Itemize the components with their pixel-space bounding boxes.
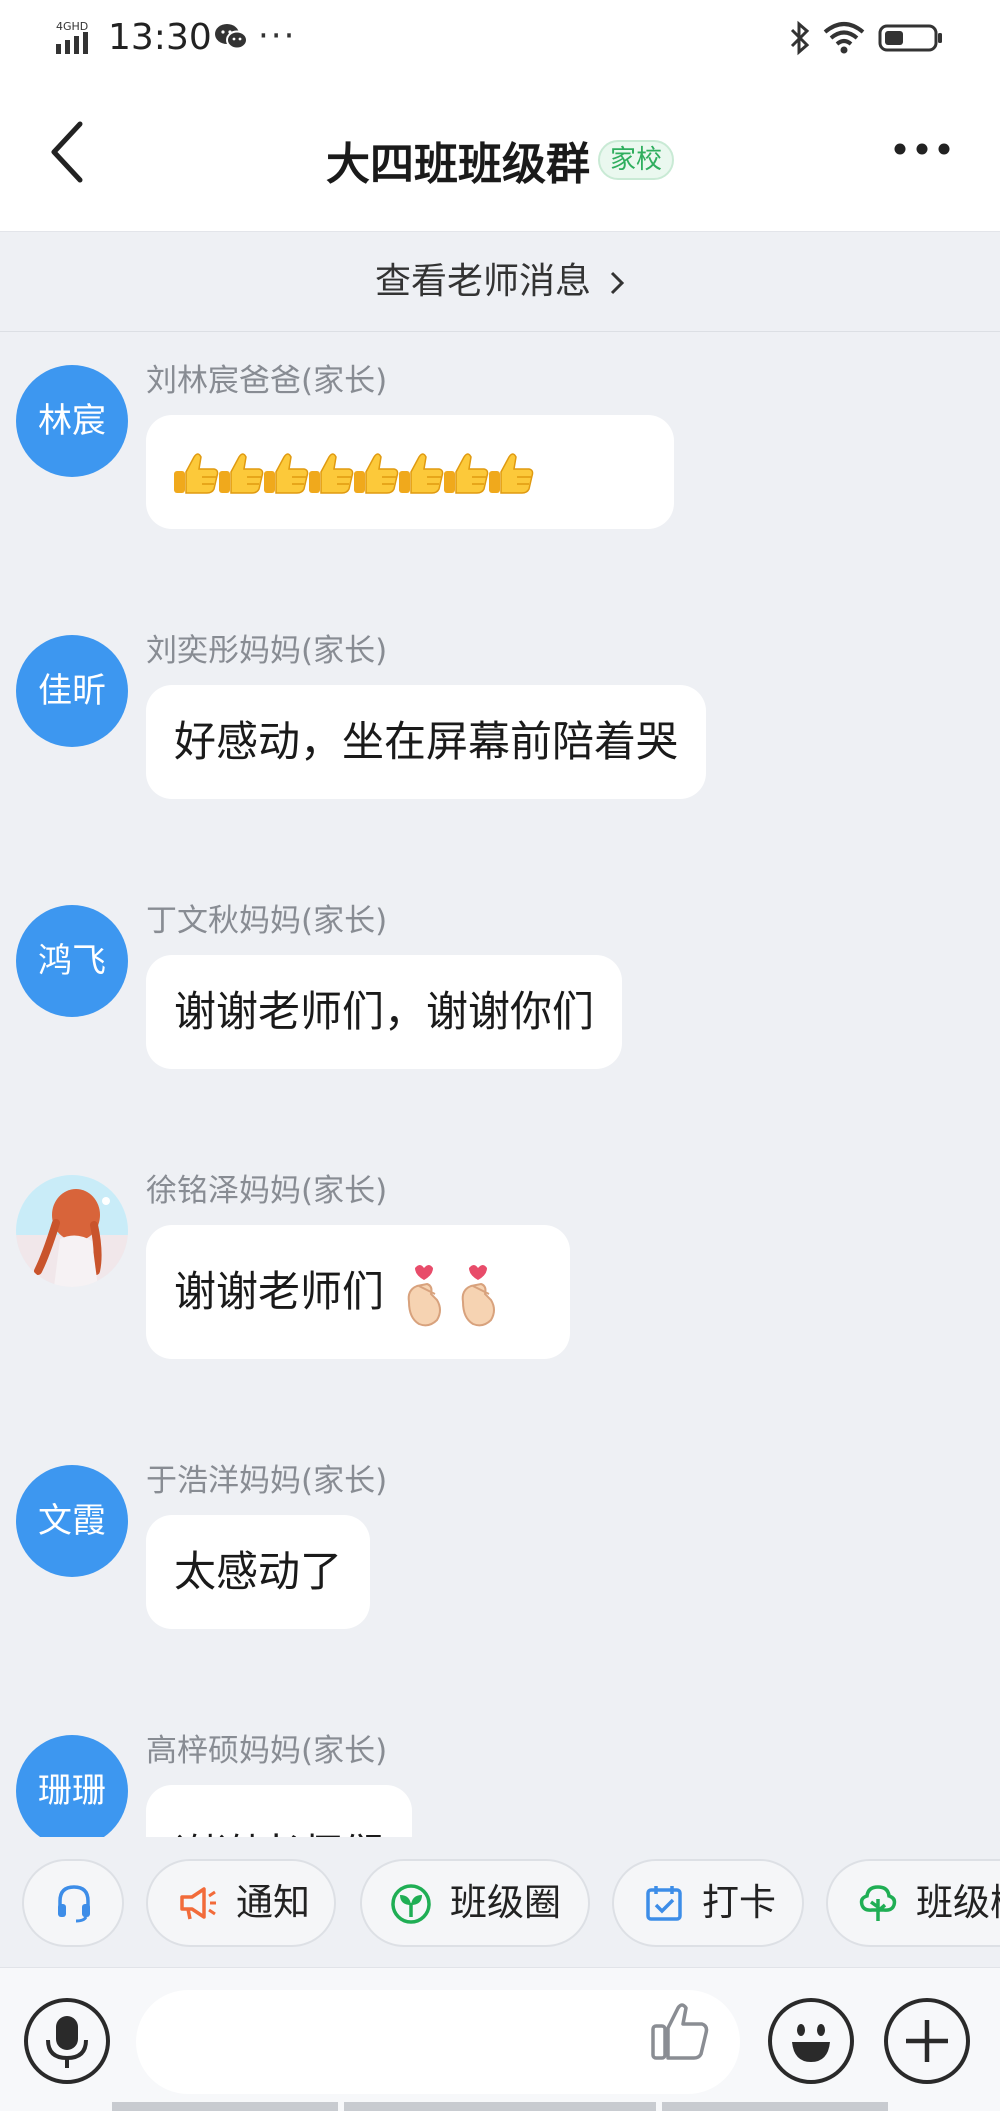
sender-name: 高梓硕妈妈(家长)	[146, 1733, 388, 1769]
gesture-bar-segment	[662, 2102, 888, 2111]
gesture-bar-segment	[112, 2102, 338, 2111]
thumbs-up-send-icon[interactable]	[650, 2000, 710, 2064]
tree-icon	[859, 1885, 897, 1921]
avatar[interactable]: 文霞	[16, 1465, 128, 1577]
class-circle-button[interactable]: 班级圈	[360, 1859, 590, 1947]
view-teacher-messages-link[interactable]: 查看老师消息	[0, 232, 1000, 332]
avatar[interactable]: 鸿飞	[16, 905, 128, 1017]
message-text: 谢谢老师们	[174, 1267, 385, 1316]
chevron-right-icon	[610, 271, 625, 295]
quick-actions-bar: 通知 班级圈 打卡 班级树	[0, 1837, 1000, 1967]
sender-name: 丁文秋妈妈(家长)	[146, 903, 388, 939]
check-in-button[interactable]: 打卡	[612, 1859, 804, 1947]
plus-icon	[906, 2020, 948, 2062]
sender-name: 于浩洋妈妈(家长)	[146, 1463, 388, 1499]
chat-header: 大四班班级群 家校	[0, 78, 1000, 232]
wechat-notification-icon	[215, 24, 248, 50]
message-input-bar	[0, 1967, 1000, 2111]
gesture-bar-segment	[344, 2102, 656, 2111]
add-attachment-button[interactable]	[884, 1998, 970, 2084]
class-tree-label: 班级树	[916, 1881, 1000, 1924]
message-bubble[interactable]: 谢谢老师们	[146, 1785, 413, 1837]
group-type-badge: 家校	[597, 140, 674, 180]
message-list[interactable]: 林宸 刘林宸爸爸(家长) 佳昕 刘奕彤妈妈(家长) 好感动，坐在屏幕前陪着哭 鸿…	[0, 333, 1000, 1837]
battery-icon	[878, 24, 942, 52]
thumbs-up-emoji-icon	[174, 453, 534, 494]
check-in-label: 打卡	[702, 1881, 776, 1924]
sender-name: 刘奕彤妈妈(家长)	[146, 633, 388, 669]
smiley-icon	[792, 2024, 830, 2062]
avatar-photo[interactable]	[16, 1175, 128, 1287]
svg-text:4GHD: 4GHD	[56, 20, 88, 33]
message-bubble[interactable]: 谢谢老师们	[146, 1225, 570, 1359]
wifi-icon	[823, 22, 865, 54]
headset-button[interactable]	[22, 1859, 124, 1947]
signal-icon: 4GHD	[56, 20, 88, 54]
voice-input-button[interactable]	[24, 1998, 110, 2084]
status-bar: 4GHD 13:30 ···	[0, 0, 1000, 78]
avatar[interactable]: 珊珊	[16, 1735, 128, 1837]
finger-heart-emoji-icon	[408, 1264, 496, 1326]
more-options-icon[interactable]	[892, 134, 952, 164]
bluetooth-icon	[790, 20, 810, 56]
notice-label: 通知	[236, 1881, 310, 1924]
avatar-girl-photo-icon	[16, 1175, 128, 1287]
status-time: 13:30	[108, 17, 212, 58]
sender-name: 刘林宸爸爸(家长)	[146, 363, 388, 399]
emoji-button[interactable]	[768, 1998, 854, 2084]
message-bubble[interactable]: 谢谢老师们，谢谢你们	[146, 955, 623, 1069]
megaphone-icon	[180, 1887, 216, 1920]
page-title: 大四班班级群	[325, 139, 590, 190]
message-bubble[interactable]	[146, 415, 674, 529]
notice-button[interactable]: 通知	[146, 1859, 336, 1947]
headset-icon	[58, 1885, 90, 1923]
avatar[interactable]: 林宸	[16, 365, 128, 477]
class-tree-button[interactable]: 班级树	[826, 1859, 1000, 1947]
sprout-icon	[391, 1884, 431, 1924]
message-bubble[interactable]: 好感动，坐在屏幕前陪着哭	[146, 685, 707, 799]
class-circle-label: 班级圈	[450, 1881, 561, 1924]
status-more-dots: ···	[258, 16, 297, 56]
calendar-check-icon	[646, 1886, 682, 1921]
microphone-icon	[46, 2016, 88, 2068]
sender-name: 徐铭泽妈妈(家长)	[146, 1173, 388, 1209]
avatar[interactable]: 佳昕	[16, 635, 128, 747]
view-teacher-messages-label: 查看老师消息	[374, 261, 591, 302]
message-bubble[interactable]: 太感动了	[146, 1515, 371, 1629]
header-title-group: 大四班班级群 家校	[0, 128, 1000, 192]
